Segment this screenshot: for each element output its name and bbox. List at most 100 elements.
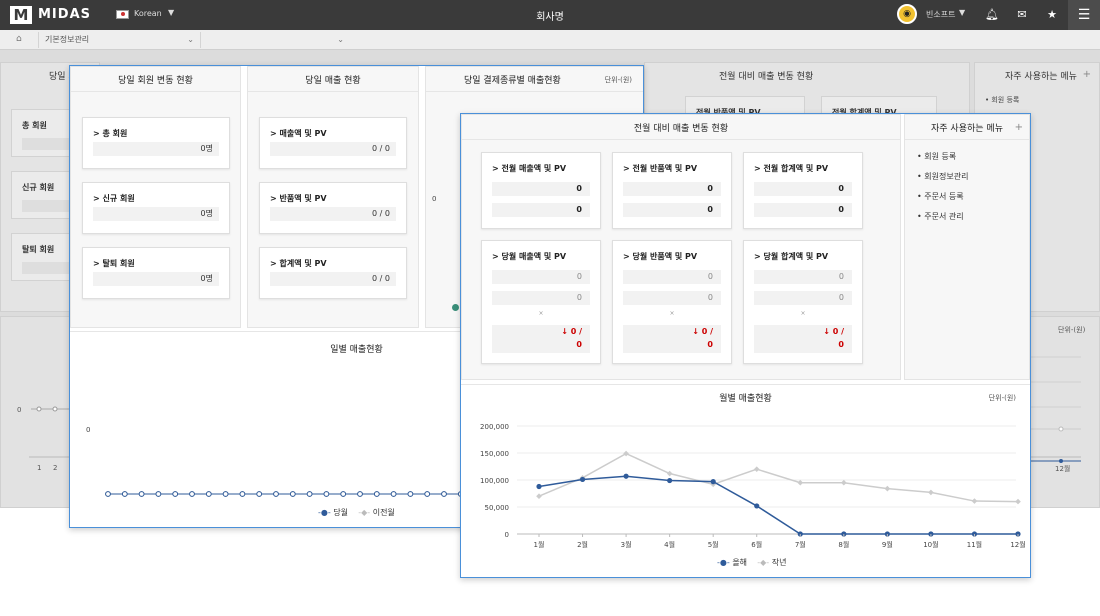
star-icon[interactable]: ★	[1045, 8, 1059, 21]
legend-last-year: 작년	[771, 558, 787, 567]
daily-sales-section: 당일 매출 현황 > 매출액 및 PV 0 / 0 > 반품액 및 PV 0 /…	[247, 66, 419, 328]
card-label: > 반품액 및 PV	[270, 194, 327, 203]
prev-total-card: > 전월 합계액 및 PV 0 0	[743, 152, 863, 229]
data-point	[579, 476, 586, 483]
breadcrumb: ⌂ 기본정보관리 ⌄ ⌄	[0, 30, 1100, 50]
chevron-down-icon: ⌄	[187, 35, 194, 44]
diff-line-2: 0	[707, 340, 713, 349]
data-point	[424, 491, 431, 497]
card-label: > 전월 매출액 및 PV	[492, 164, 567, 173]
bg-point	[1059, 459, 1063, 463]
y-tick-label: 50,000	[485, 504, 510, 512]
divider	[461, 384, 1030, 385]
breadcrumb-select-1[interactable]: 기본정보관리 ⌄	[38, 32, 200, 48]
withdrawn-member-card: > 탈퇴 회원 0명	[82, 247, 230, 299]
menu-item-order-register[interactable]: • 주문서 등록	[917, 191, 964, 202]
diff-box: ↓ 0 / 0	[754, 325, 852, 353]
value-separator: ×	[669, 310, 675, 317]
card-value: 0	[492, 270, 590, 284]
divider	[248, 91, 418, 92]
data-point	[105, 491, 111, 497]
y-tick-label: 200,000	[480, 423, 509, 431]
bg-point	[1058, 426, 1064, 432]
card-value: 0	[623, 291, 721, 305]
daily-legend: -●- 당월 -◆- 이전월	[318, 507, 395, 518]
divider	[462, 139, 900, 140]
card-label: > 전월 합계액 및 PV	[754, 164, 829, 173]
card-value: 0 / 0	[270, 142, 396, 156]
divider	[905, 139, 1029, 140]
data-point	[840, 479, 847, 486]
card-label: > 탈퇴 회원	[93, 259, 135, 268]
data-point	[971, 498, 978, 504]
card-label: > 전월 반품액 및 PV	[623, 164, 698, 173]
legend-marker-previous: -◆-	[358, 508, 371, 517]
card-value: 0	[492, 291, 590, 305]
x-tick-label: 1월	[534, 540, 545, 549]
data-point	[121, 491, 128, 497]
add-menu-icon[interactable]: +	[1083, 69, 1091, 80]
mail-icon[interactable]: ✉	[1015, 8, 1029, 21]
card-value: 0	[754, 270, 852, 284]
data-point	[323, 491, 330, 497]
breadcrumb-current: 기본정보관리	[45, 35, 90, 44]
data-point	[710, 479, 716, 485]
series-line	[538, 475, 1018, 535]
data-point	[928, 489, 934, 496]
cur-total-card: > 당월 합계액 및 PV 0 0 × ↓ 0 / 0	[743, 240, 863, 364]
card-label: > 매출액 및 PV	[270, 129, 327, 138]
menu-item-order-manage[interactable]: • 주문서 관리	[917, 211, 964, 222]
data-point	[884, 485, 891, 492]
data-point	[536, 493, 542, 500]
data-point	[189, 491, 195, 497]
diff-line-1: ↓ 0 /	[561, 327, 582, 336]
legend-marker-this-year: -●-	[717, 558, 730, 567]
x-tick-label: 6월	[751, 540, 762, 549]
data-point	[239, 491, 246, 497]
menu-item-member-manage[interactable]: • 회원정보관리	[917, 171, 968, 182]
data-point	[390, 491, 397, 497]
y-tick-label: 100,000	[480, 477, 509, 485]
bg-menu-title: 자주 사용하는 메뉴	[1005, 72, 1077, 82]
member-change-section: 당일 회원 변동 현황 > 총 회원 0명 > 신규 회원 0명 > 탈퇴 회원…	[70, 66, 241, 328]
menu-item-member-register[interactable]: • 회원 등록	[917, 151, 956, 162]
data-point	[306, 491, 313, 497]
x-tick-label: 7월	[795, 540, 806, 549]
data-point	[1015, 498, 1021, 505]
data-point	[797, 479, 804, 486]
bg-menu-item[interactable]: • 회원 등록	[985, 95, 1019, 105]
home-icon[interactable]: ⌂	[16, 34, 22, 44]
legend-previous: 이전월	[372, 508, 395, 517]
card-label: > 당월 매출액 및 PV	[492, 252, 567, 261]
x-tick-label: 10월	[923, 540, 938, 549]
bg-card-label: 신규 회원	[22, 183, 55, 192]
breadcrumb-select-2[interactable]: ⌄	[200, 32, 350, 48]
menu-icon[interactable]: ☰	[1068, 0, 1100, 30]
card-value: 0	[623, 182, 721, 196]
favorite-menu-section: 자주 사용하는 메뉴 + • 회원 등록 • 회원정보관리 • 주문서 등록 •…	[904, 114, 1030, 380]
x-tick-label: 12월	[1010, 540, 1025, 549]
data-point	[172, 491, 179, 497]
unit-label: 단위-(원)	[604, 76, 632, 84]
data-point	[536, 483, 542, 490]
monthly-sales-chart: 0 50,000 100,000 150,000 200,000 1월 2월 3월 4월 5월 6월…	[480, 423, 1026, 549]
prev-return-card: > 전월 반품액 및 PV 0 0	[612, 152, 732, 229]
x-tick-label: 3월	[621, 540, 632, 549]
add-menu-icon[interactable]: +	[1015, 122, 1023, 133]
user-caret-icon[interactable]: ▼	[959, 8, 965, 17]
user-avatar[interactable]: ◉	[897, 4, 917, 24]
prev-sales-card: > 전월 매출액 및 PV 0 0	[481, 152, 601, 229]
total-member-card: > 총 회원 0명	[82, 117, 230, 169]
card-value: 0명	[93, 142, 219, 156]
card-value: 0	[754, 203, 852, 217]
bell-icon[interactable]: 🔔︎	[985, 8, 999, 21]
user-name[interactable]: 빈소프트	[926, 9, 955, 20]
total-card: > 합계액 및 PV 0 / 0	[259, 247, 407, 299]
x-tick-label: 2월	[577, 540, 588, 549]
data-point	[222, 491, 229, 497]
x-tick-label: 11월	[967, 540, 982, 549]
diff-line-2: 0	[576, 340, 582, 349]
data-point	[623, 473, 629, 479]
card-value: 0	[754, 291, 852, 305]
x-tick-label: 5월	[708, 540, 719, 549]
